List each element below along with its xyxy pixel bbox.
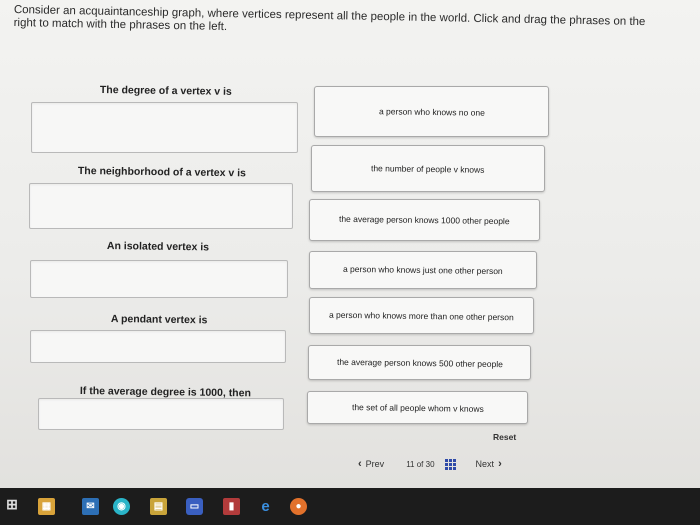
phrase-label: a person who knows just one other person (343, 263, 503, 277)
phrase-label: the number of people v knows (371, 162, 485, 175)
drop-zone-neighborhood[interactable] (29, 183, 293, 229)
store-icon[interactable]: ▦ (38, 498, 55, 515)
quiz-page: Consider an acquaintanceship graph, wher… (0, 0, 700, 488)
chevron-left-icon: ‹ (358, 458, 362, 470)
phrase-knows-more-than-one[interactable]: a person who knows more than one other p… (309, 297, 534, 334)
drop-zone-average-degree[interactable] (38, 398, 284, 430)
prompt-neighborhood: The neighborhood of a vertex v is (77, 165, 247, 180)
next-label: Next (475, 459, 495, 469)
mcgraw-hill-icon[interactable]: ▭ (186, 498, 203, 515)
page-total: 30 (425, 459, 435, 469)
phrase-knows-one-other[interactable]: a person who knows just one other person (309, 251, 537, 289)
phrase-label: a person who knows no one (378, 105, 485, 118)
prev-label: Prev (365, 459, 385, 469)
phrase-label: a person who knows more than one other p… (329, 309, 514, 322)
phrase-average-500[interactable]: the average person knows 500 other peopl… (308, 345, 531, 380)
page-of: of (416, 459, 424, 469)
grid-icon[interactable] (444, 458, 456, 470)
phrase-number-of-people[interactable]: the number of people v knows (311, 145, 545, 192)
prompt-pendant-vertex: A pendant vertex is (110, 313, 208, 327)
page-counter: 11 of 30 (406, 460, 434, 469)
pagination: ‹ Prev 11 of 30 Next › (358, 456, 548, 472)
taskbar: ⊞ ▦ ✉ ◉ ▤ ▭ ▮ e ● (0, 488, 700, 525)
phrase-label: the average person knows 1000 other peop… (339, 213, 510, 227)
reset-button[interactable]: Reset (493, 432, 516, 442)
messenger-icon[interactable]: ◉ (113, 498, 130, 515)
next-button[interactable]: Next › (476, 458, 502, 470)
firefox-icon[interactable]: ● (290, 498, 307, 515)
windows-start-icon[interactable]: ⊞ (4, 496, 20, 513)
phrase-average-1000[interactable]: the average person knows 1000 other peop… (309, 199, 540, 241)
instructions-text: Consider an acquaintanceship graph, wher… (13, 4, 646, 34)
files-icon[interactable]: ▤ (150, 498, 167, 515)
prompt-isolated-vertex: An isolated vertex is (106, 240, 210, 254)
prompt-degree: The degree of a vertex v is (99, 84, 232, 98)
phrase-knows-no-one[interactable]: a person who knows no one (314, 86, 549, 137)
chevron-right-icon: › (498, 458, 502, 470)
mail-icon[interactable]: ✉ (82, 498, 99, 515)
prev-button[interactable]: ‹ Prev (358, 458, 384, 470)
drop-zone-isolated-vertex[interactable] (30, 260, 288, 298)
drop-zone-pendant-vertex[interactable] (30, 330, 286, 363)
news-icon[interactable]: ▮ (223, 498, 240, 515)
drop-zone-degree[interactable] (31, 102, 298, 153)
phrase-set-of-people[interactable]: the set of all people whom v knows (307, 391, 528, 424)
phrase-label: the set of all people whom v knows (351, 401, 484, 414)
phrase-label: the average person knows 500 other peopl… (336, 356, 503, 369)
edge-icon[interactable]: e (257, 498, 274, 515)
page-current: 11 (406, 459, 415, 469)
